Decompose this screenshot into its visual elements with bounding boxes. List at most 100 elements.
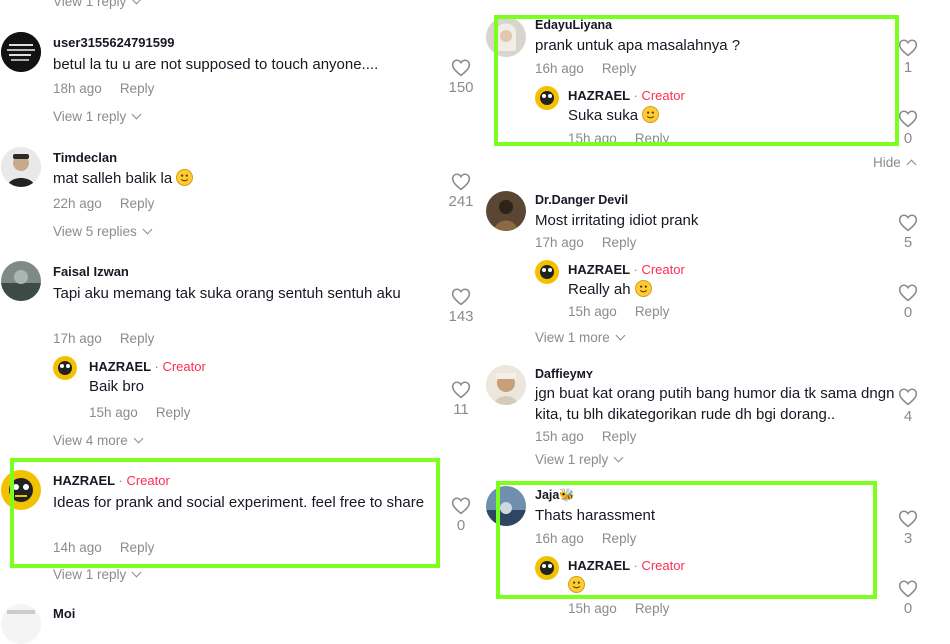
creator-avatar[interactable] [535, 86, 559, 110]
comment-username[interactable]: EdayuLiyana [535, 18, 612, 32]
comment-meta: 15h ago Reply [535, 429, 636, 444]
reply-button[interactable]: Reply [602, 429, 637, 444]
creator-avatar[interactable] [535, 260, 559, 284]
view-replies-button[interactable]: View 1 reply [53, 109, 142, 124]
comment-time: 17h ago [535, 235, 584, 250]
comment-username[interactable]: Moi [53, 606, 75, 621]
comment-username[interactable]: Faisal Izwan [53, 264, 129, 279]
reply-button[interactable]: Reply [602, 61, 637, 76]
reply-username[interactable]: HAZRAEL · Creator [568, 558, 685, 573]
like-button[interactable]: 0 [444, 496, 478, 534]
avatar[interactable] [1, 32, 41, 72]
comment-meta: 17h ago Reply [53, 331, 154, 346]
avatar[interactable] [486, 486, 526, 526]
view-replies-button[interactable]: View 1 reply [53, 567, 142, 582]
like-button[interactable]: 241 [444, 172, 478, 210]
reply-button[interactable]: Reply [602, 531, 637, 546]
comment-meta: 17h ago Reply [535, 235, 636, 250]
creator-badge: Creator [641, 558, 685, 573]
comment-text: prank untuk apa masalahnya ? [535, 37, 741, 54]
creator-badge: Creator [126, 473, 170, 488]
right-comments-column: EdayuLiyana prank untuk apa masalahnya ?… [480, 0, 950, 620]
reply-button[interactable]: Reply [602, 235, 637, 250]
comment-text: betul la tu u are not supposed to touch … [53, 56, 379, 73]
avatar[interactable] [1, 604, 41, 644]
reply-button[interactable]: Reply [635, 304, 670, 319]
chevron-down-icon [131, 567, 142, 578]
reply-text [568, 575, 585, 596]
avatar[interactable] [1, 261, 41, 301]
like-button[interactable]: 0 [891, 283, 925, 321]
like-button[interactable]: 1 [891, 38, 925, 76]
comment-time: 16h ago [535, 61, 584, 76]
comment-username[interactable]: HAZRAEL · Creator [53, 473, 170, 488]
reply-username[interactable]: HAZRAEL · Creator [568, 262, 685, 277]
reply-button[interactable]: Reply [635, 601, 670, 616]
reply-username[interactable]: HAZRAEL · Creator [568, 88, 685, 103]
like-button[interactable]: 150 [444, 58, 478, 96]
creator-badge: Creator [641, 88, 685, 103]
comment-username[interactable]: Jaja🐝 [535, 488, 575, 503]
like-count: 11 [453, 401, 469, 418]
like-count: 241 [448, 193, 474, 210]
chevron-down-icon [131, 109, 142, 120]
reply-button[interactable]: Reply [120, 81, 155, 96]
like-button[interactable]: 5 [891, 213, 925, 251]
like-button[interactable]: 3 [891, 509, 925, 547]
comment-username[interactable]: user3155624791599 [53, 35, 174, 50]
reply-button[interactable]: Reply [156, 405, 191, 420]
heart-icon [451, 497, 471, 515]
like-button[interactable]: 0 [891, 579, 925, 617]
comment-meta: 16h ago Reply [535, 531, 636, 546]
like-button[interactable]: 143 [444, 287, 478, 325]
chevron-down-icon [133, 433, 144, 444]
heart-icon [451, 381, 471, 399]
heart-icon [898, 214, 918, 232]
heart-icon [898, 110, 918, 128]
heart-icon [898, 388, 918, 406]
like-button[interactable]: 0 [891, 109, 925, 147]
heart-icon [451, 288, 471, 306]
chevron-up-icon [906, 159, 917, 170]
creator-avatar[interactable] [535, 556, 559, 580]
view-more-replies-button[interactable]: View 4 more [53, 433, 144, 448]
creator-badge: Creator [641, 262, 685, 277]
comment-text: jgn buat kat orang putih bang humor dia … [535, 385, 895, 423]
like-count: 5 [903, 234, 913, 251]
comment-username[interactable]: Timdeclan [53, 150, 117, 165]
heart-icon [451, 59, 471, 77]
view-replies-button[interactable]: View 1 reply [535, 452, 624, 467]
reply-button[interactable]: Reply [120, 196, 155, 211]
like-count: 4 [903, 408, 913, 425]
creator-avatar[interactable] [1, 470, 41, 510]
creator-badge: Creator [162, 359, 206, 374]
like-button[interactable]: 4 [891, 387, 925, 425]
view-replies-button[interactable]: View 1 reply [53, 0, 142, 9]
reply-meta: 15h ago Reply [568, 601, 669, 616]
reply-button[interactable]: Reply [120, 540, 155, 555]
like-count: 0 [903, 600, 913, 617]
comment-username[interactable]: Daffieyᴍʏ [535, 367, 593, 381]
hide-replies-button[interactable]: Hide [873, 155, 917, 170]
reply-text: Suka suka [568, 105, 660, 126]
reply-meta: 15h ago Reply [568, 131, 669, 142]
reply-button[interactable]: Reply [120, 331, 155, 346]
comment-username[interactable]: Dr.Danger Devil [535, 193, 628, 207]
comment-time: 15h ago [535, 429, 584, 444]
reply-button[interactable]: Reply [635, 131, 670, 142]
grinning-emoji-icon [642, 106, 660, 123]
comment-time: 18h ago [53, 81, 102, 96]
avatar[interactable] [486, 191, 526, 231]
like-button[interactable]: 11 [444, 380, 478, 418]
reply-username[interactable]: HAZRAEL · Creator [89, 359, 206, 374]
like-count: 143 [448, 308, 474, 325]
avatar[interactable] [486, 365, 526, 405]
view-more-replies-button[interactable]: View 1 more [535, 330, 626, 345]
avatar[interactable] [1, 147, 41, 187]
avatar[interactable] [486, 17, 526, 57]
heart-icon [451, 173, 471, 191]
reply-text: Really ah [568, 279, 652, 300]
creator-avatar[interactable] [53, 356, 77, 380]
view-replies-button[interactable]: View 5 replies [53, 224, 153, 239]
comment-meta: 14h ago Reply [53, 540, 154, 555]
